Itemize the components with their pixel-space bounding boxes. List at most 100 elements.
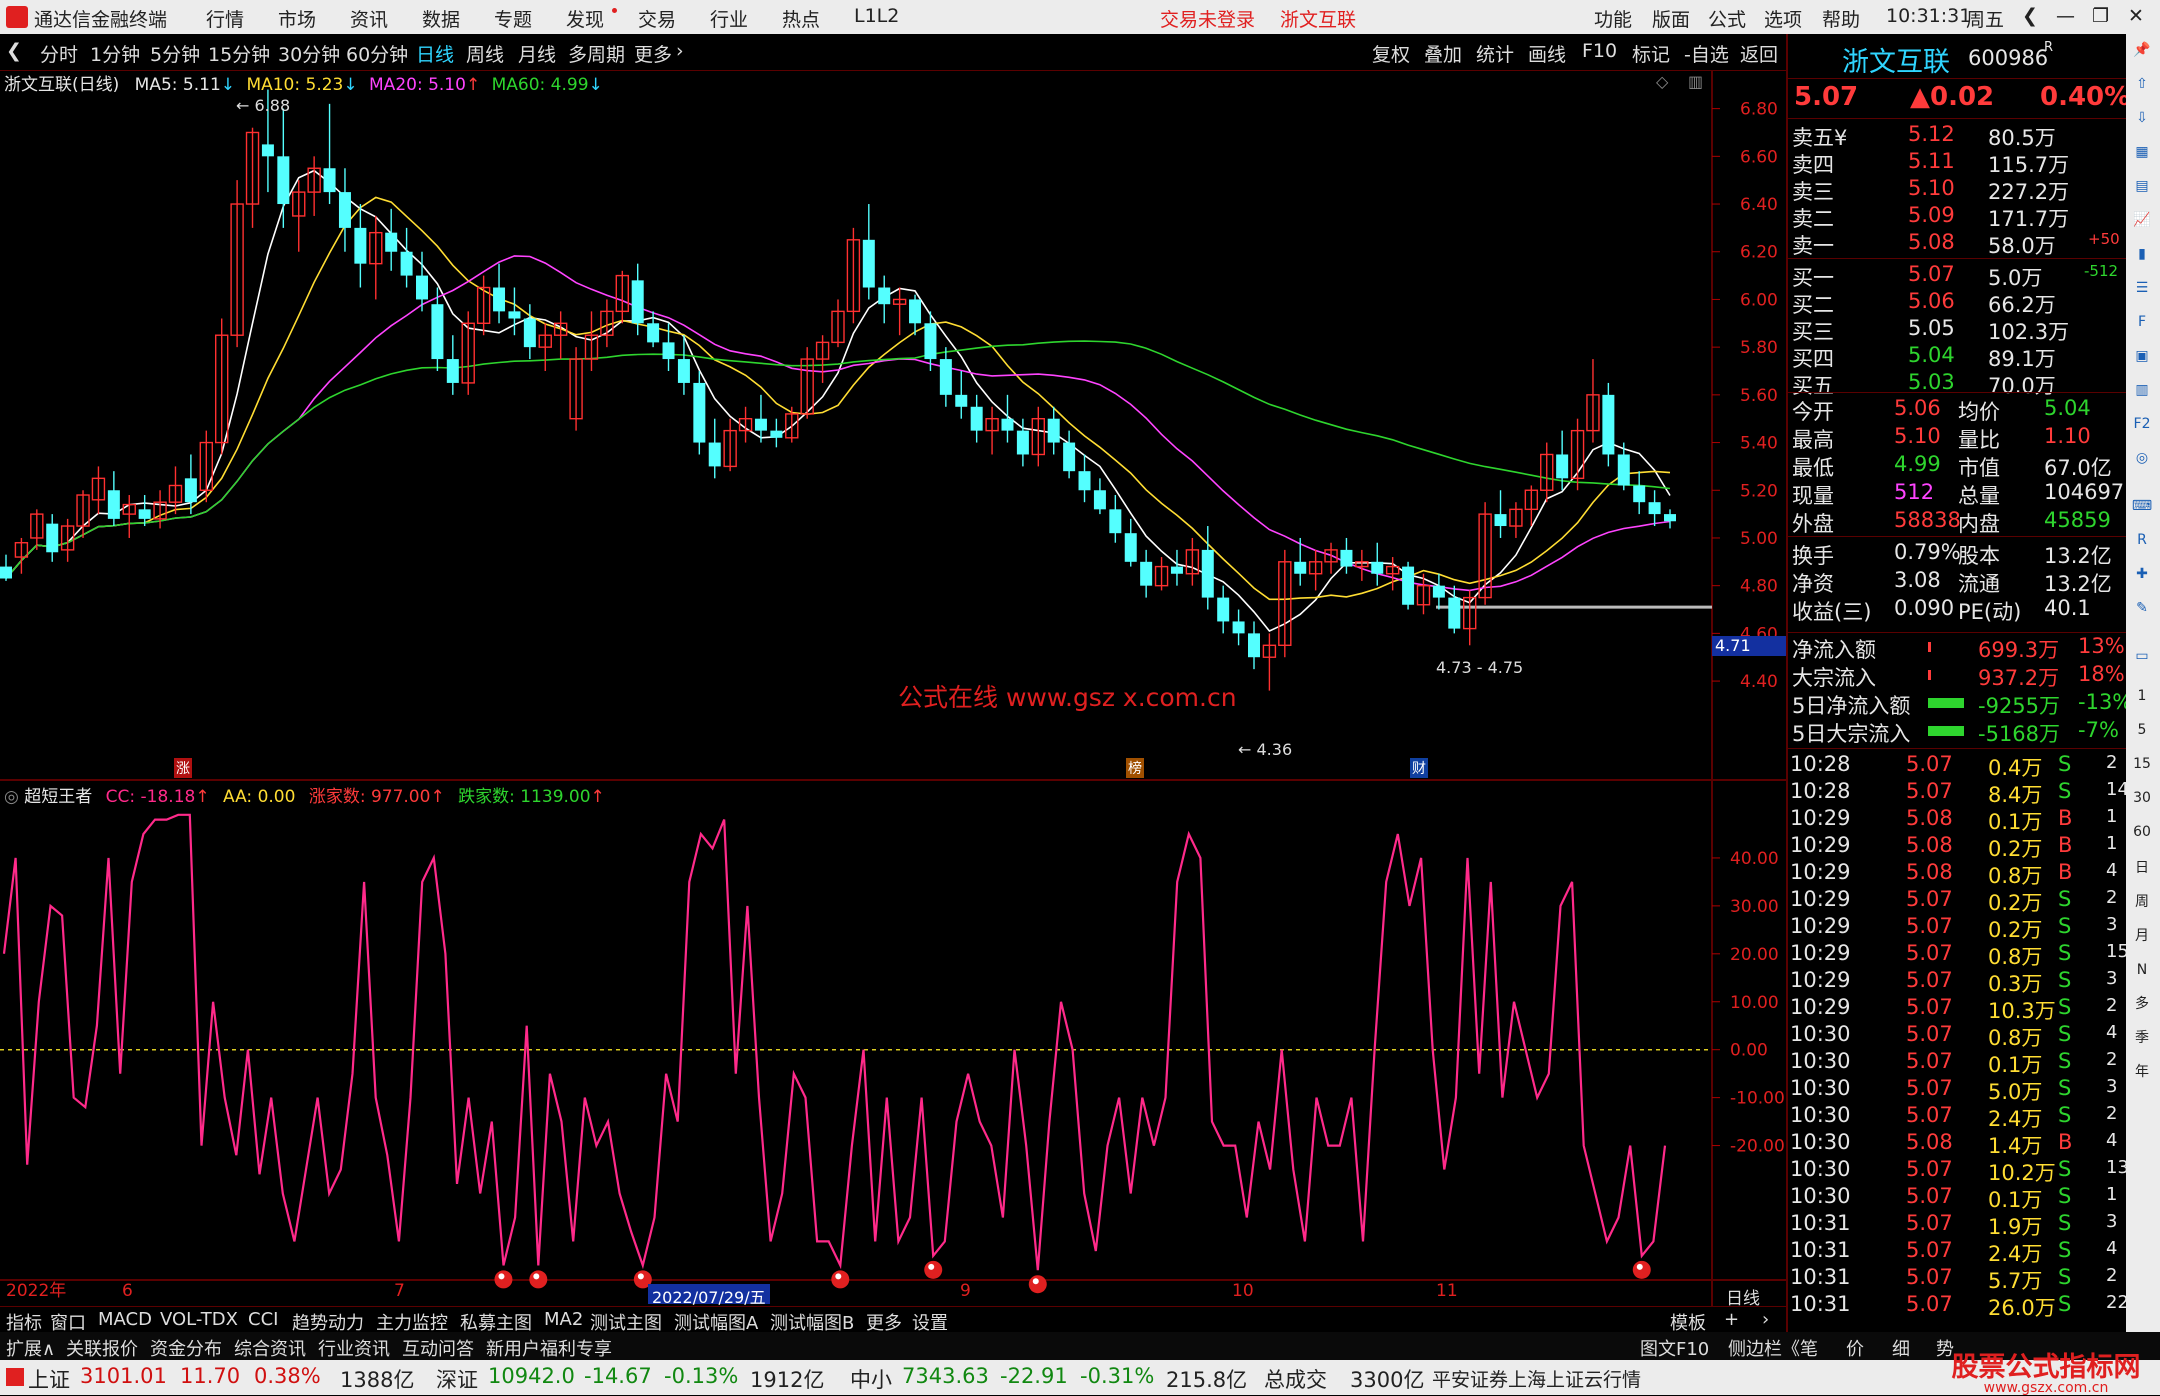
keyboard-icon[interactable]: ⌨ [2130, 494, 2154, 518]
link-guanlian[interactable]: 关联报价 [66, 1335, 138, 1361]
period-year-icon[interactable]: 年 [2130, 1060, 2154, 1084]
restore-icon[interactable]: ❐ [2092, 5, 2109, 27]
link-fuli[interactable]: 新用户福利专享 [486, 1335, 612, 1361]
tab-15min[interactable]: 15分钟 [208, 40, 270, 67]
menu-hangqing[interactable]: 行情 [206, 5, 244, 32]
scroll-right-icon[interactable]: › [1762, 1309, 1769, 1330]
chart-options-icon[interactable]: ◇ [1656, 72, 1668, 91]
line-chart-icon[interactable]: 📈 [2130, 208, 2154, 232]
period-5-icon[interactable]: 5 [2130, 718, 2154, 742]
btn-fanhui[interactable]: 返回 [1740, 40, 1778, 67]
minimize-icon[interactable]: — [2056, 5, 2075, 27]
more-chevron-icon[interactable]: › [676, 40, 684, 62]
index-sz-name[interactable]: 深证 [436, 1364, 478, 1394]
period-month-icon[interactable]: 月 [2130, 924, 2154, 948]
menu-faxian[interactable]: 发现 [566, 5, 604, 32]
doc-icon[interactable]: ▭ [2130, 644, 2154, 668]
tab-daily[interactable]: 日线 [416, 40, 454, 67]
tab-fenshi[interactable]: 分时 [40, 40, 78, 67]
pen-icon[interactable]: ✎ [2130, 596, 2154, 620]
btn-zixuan[interactable]: -自选 [1684, 40, 1729, 67]
tab-5min[interactable]: 5分钟 [150, 40, 200, 67]
link-sidebar[interactable]: 侧边栏《 [1728, 1335, 1800, 1361]
index-zx-name[interactable]: 中小 [850, 1364, 892, 1394]
tab-bi[interactable]: 笔 [1800, 1335, 1818, 1361]
link-hudong[interactable]: 互动问答 [402, 1335, 474, 1361]
menu-zhuanti[interactable]: 专题 [494, 5, 532, 32]
tab-more[interactable]: 更多 [634, 40, 672, 67]
menu-banmian[interactable]: 版面 [1652, 5, 1690, 32]
tab-ma2[interactable]: MA2 [544, 1309, 583, 1330]
login-status[interactable]: 交易未登录 [1160, 5, 1255, 32]
menu-xuanxiang[interactable]: 选项 [1764, 5, 1802, 32]
btn-tongji[interactable]: 统计 [1476, 40, 1514, 67]
event-marker-zhang[interactable]: 涨 [174, 758, 192, 778]
menu-jiaoyi[interactable]: 交易 [638, 5, 676, 32]
collapse-icon[interactable]: ❮ [6, 40, 22, 62]
chart-split-icon[interactable]: ▥ [1688, 72, 1703, 91]
link-hangye[interactable]: 行业资讯 [318, 1335, 390, 1361]
back-icon[interactable]: ❮ [2022, 5, 2038, 27]
f2-icon[interactable]: F2 [2130, 412, 2154, 436]
event-marker-bang[interactable]: 榜 [1126, 758, 1144, 778]
tab-cci[interactable]: CCI [248, 1309, 278, 1330]
calc-icon[interactable]: ▣ [2130, 344, 2154, 368]
candle-icon[interactable]: ▮ [2130, 242, 2154, 266]
link-zonghe[interactable]: 综合资讯 [234, 1335, 306, 1361]
menu-redian[interactable]: 热点 [782, 5, 820, 32]
btn-f10[interactable]: F10 [1582, 40, 1617, 62]
tab-1min[interactable]: 1分钟 [90, 40, 140, 67]
crosshair-icon[interactable]: ✚ [2130, 562, 2154, 586]
menu-zixun[interactable]: 资讯 [350, 5, 388, 32]
tab-macd[interactable]: MACD [98, 1309, 152, 1330]
btn-huaxian[interactable]: 画线 [1528, 40, 1566, 67]
sub-chart-icon[interactable]: ◎ [4, 787, 19, 807]
tab-vol-tdx[interactable]: VOL-TDX [160, 1309, 238, 1330]
close-icon[interactable]: ✕ [2128, 5, 2144, 27]
btn-biaoji[interactable]: 标记 [1632, 40, 1670, 67]
down-arrow-icon[interactable]: ⇩ [2130, 106, 2154, 130]
period-multi-icon[interactable]: 多 [2130, 992, 2154, 1016]
rsi-icon[interactable]: R [2130, 528, 2154, 552]
link-tuwen-f10[interactable]: 图文F10 [1640, 1335, 1709, 1361]
menu-gongshi[interactable]: 公式 [1708, 5, 1746, 32]
menu-hangye[interactable]: 行业 [710, 5, 748, 32]
compass-icon[interactable]: ◎ [2130, 446, 2154, 470]
btn-fuquan[interactable]: 复权 [1372, 40, 1410, 67]
tab-xi[interactable]: 细 [1892, 1335, 1910, 1361]
kline-chart[interactable]: 6.80 6.60 6.40 6.20 6.00 5.80 5.60 5.40 5.20 5.00… [0, 70, 1786, 1306]
list-icon[interactable]: ☰ [2130, 276, 2154, 300]
btn-diejia[interactable]: 叠加 [1424, 40, 1462, 67]
link-zijin[interactable]: 资金分布 [150, 1335, 222, 1361]
tab-multi-period[interactable]: 多周期 [568, 40, 625, 67]
period-day-icon[interactable]: 日 [2130, 856, 2154, 880]
add-tab-icon[interactable]: + [1724, 1309, 1739, 1330]
menu-l1l2[interactable]: L1L2 [854, 5, 899, 27]
tab-60min[interactable]: 60分钟 [346, 40, 408, 67]
tab-30min[interactable]: 30分钟 [278, 40, 340, 67]
period-30-icon[interactable]: 30 [2130, 786, 2154, 810]
tab-jia[interactable]: 价 [1846, 1335, 1864, 1361]
link-kuozhan[interactable]: 扩展∧ [6, 1335, 55, 1361]
tab-weekly[interactable]: 周线 [466, 40, 504, 67]
grid-icon[interactable]: ▦ [2130, 140, 2154, 164]
book-icon[interactable]: ▥ [2130, 378, 2154, 402]
period-week-icon[interactable]: 周 [2130, 890, 2154, 914]
up-arrow-icon[interactable]: ⇧ [2130, 72, 2154, 96]
menu-bangzhu[interactable]: 帮助 [1822, 5, 1860, 32]
period-n-icon[interactable]: N [2130, 958, 2154, 982]
event-marker-cai[interactable]: 财 [1410, 758, 1428, 778]
tab-monthly[interactable]: 月线 [518, 40, 556, 67]
period-1-icon[interactable]: 1 [2130, 684, 2154, 708]
menu-shuju[interactable]: 数据 [422, 5, 460, 32]
f10-icon[interactable]: F [2130, 310, 2154, 334]
period-60-icon[interactable]: 60 [2130, 820, 2154, 844]
menu-shichang[interactable]: 市场 [278, 5, 316, 32]
pin-icon[interactable]: 📌 [2130, 38, 2154, 62]
tick-direction: S [2058, 1157, 2072, 1181]
table-icon[interactable]: ▤ [2130, 174, 2154, 198]
period-season-icon[interactable]: 季 [2130, 1026, 2154, 1050]
index-sh-name[interactable]: 上证 [28, 1364, 70, 1394]
menu-gongneng[interactable]: 功能 [1594, 5, 1632, 32]
period-15-icon[interactable]: 15 [2130, 752, 2154, 776]
